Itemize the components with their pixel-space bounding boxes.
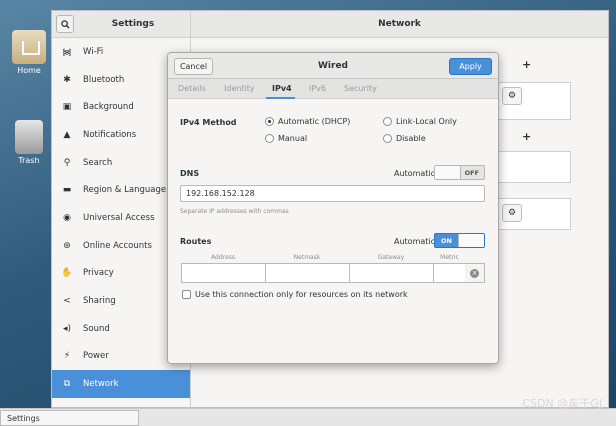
dns-hint: Separate IP addresses with commas xyxy=(180,208,289,215)
desktop-icon-label: Trash xyxy=(18,156,40,165)
routes-column-netmask: Netmask xyxy=(293,254,321,261)
home-folder-icon xyxy=(12,30,46,64)
dns-automatic-toggle[interactable]: OFF xyxy=(434,165,485,180)
route-netmask-input[interactable] xyxy=(266,264,350,282)
gear-icon: ⚙ xyxy=(507,91,517,101)
sidebar-title: Settings xyxy=(111,19,155,29)
vpn-panel xyxy=(491,151,571,183)
proxy-settings-button[interactable]: ⚙ xyxy=(502,204,522,222)
watermark: CSDN @车干GJ xyxy=(522,397,602,410)
sidebar-item-label: Universal Access xyxy=(83,212,155,223)
checkbox-label: Use this connection only for resources o… xyxy=(195,290,408,299)
radio-label: Link-Local Only xyxy=(396,117,457,126)
dns-label: DNS xyxy=(180,169,200,178)
power-icon: ⚡ xyxy=(63,351,71,362)
radio-indicator-selected xyxy=(265,117,274,126)
radio-manual[interactable]: Manual xyxy=(265,134,307,143)
tab-ipv6[interactable]: IPv6 xyxy=(309,84,326,93)
routes-column-metric: Metric xyxy=(440,254,459,261)
routes-automatic-toggle[interactable]: ON xyxy=(434,233,485,248)
sidebar-item-label: Background xyxy=(83,102,134,113)
trash-icon xyxy=(15,120,43,154)
routes-row: × xyxy=(181,263,485,283)
search-icon xyxy=(60,19,70,29)
local-resources-checkbox[interactable]: Use this connection only for resources o… xyxy=(182,290,408,299)
sidebar-item-label: Notifications xyxy=(83,129,137,140)
routes-column-address: Address xyxy=(211,254,235,261)
radio-link-local-only[interactable]: Link-Local Only xyxy=(383,117,457,126)
content-header: Network xyxy=(191,11,608,38)
page-title: Network xyxy=(378,19,421,29)
toggle-knob xyxy=(458,234,484,247)
sidebar-item-label: Power xyxy=(83,351,109,362)
route-address-input[interactable] xyxy=(182,264,266,282)
tab-identity[interactable]: Identity xyxy=(224,84,255,93)
bluetooth-icon: ✱ xyxy=(63,74,71,85)
ipv4-method-label: IPv4 Method xyxy=(180,118,237,127)
close-icon: × xyxy=(470,268,479,278)
bell-icon: ▲ xyxy=(63,129,71,140)
sidebar-item-label: Privacy xyxy=(83,268,114,279)
add-vpn-button[interactable]: + xyxy=(522,130,531,143)
background-icon: ▣ xyxy=(62,102,72,113)
accessibility-icon: ◉ xyxy=(63,212,71,223)
sidebar-item-label: Bluetooth xyxy=(83,74,125,85)
sidebar-item-network[interactable]: ⧉ Network xyxy=(52,370,190,398)
radio-disable[interactable]: Disable xyxy=(383,134,426,143)
dialog-tabs: Details Identity IPv4 IPv6 Security xyxy=(168,79,498,99)
network-icon: ⧉ xyxy=(63,379,71,390)
active-tab-indicator xyxy=(266,97,295,99)
tab-ipv4[interactable]: IPv4 xyxy=(272,84,292,93)
dns-input[interactable]: 192.168.152.128 xyxy=(180,185,485,202)
add-connection-button[interactable]: + xyxy=(522,58,531,71)
sidebar-item-label: Wi-Fi xyxy=(83,46,104,57)
share-icon: < xyxy=(63,296,71,307)
desktop-icon-home[interactable]: Home xyxy=(6,30,52,75)
desktop-icon-trash[interactable]: Trash xyxy=(6,120,52,165)
search-icon: ⚲ xyxy=(63,157,71,168)
sidebar-header: Settings xyxy=(52,11,191,38)
speaker-icon: ◂) xyxy=(62,323,72,334)
delete-route-button[interactable]: × xyxy=(465,264,484,282)
radio-indicator xyxy=(383,117,392,126)
toggle-state: ON xyxy=(441,237,452,245)
toggle-state: OFF xyxy=(464,169,479,177)
sidebar-item-label: Search xyxy=(83,157,113,168)
sidebar-item-label: Online Accounts xyxy=(83,240,152,251)
keyboard-icon: ▬ xyxy=(62,185,72,196)
radio-indicator xyxy=(265,134,274,143)
radio-automatic-dhcp[interactable]: Automatic (DHCP) xyxy=(265,117,350,126)
radio-label: Disable xyxy=(396,134,426,143)
tab-details[interactable]: Details xyxy=(178,84,206,93)
radio-label: Manual xyxy=(278,134,308,143)
routes-label: Routes xyxy=(180,237,212,246)
online-accounts-icon: ⊛ xyxy=(63,240,71,251)
sidebar-item-label: Network xyxy=(83,379,119,390)
dialog-header: Cancel Wired Apply xyxy=(168,53,498,79)
wifi-icon: ᯼ xyxy=(62,48,72,59)
apply-button[interactable]: Apply xyxy=(449,58,492,75)
wired-dialog: Cancel Wired Apply Details Identity IPv4… xyxy=(167,52,499,364)
radio-label: Automatic (DHCP) xyxy=(278,117,351,126)
radio-indicator xyxy=(383,134,392,143)
route-metric-input[interactable] xyxy=(434,264,467,282)
toggle-knob xyxy=(435,166,461,179)
sidebar-item-label: Sound xyxy=(83,323,110,334)
ipv4-settings: IPv4 Method Automatic (DHCP) Link-Local … xyxy=(168,100,498,363)
desktop-icon-label: Home xyxy=(17,66,41,75)
wired-settings-button[interactable]: ⚙ xyxy=(502,87,522,105)
route-gateway-input[interactable] xyxy=(350,264,434,282)
hand-icon: ✋ xyxy=(61,268,73,279)
taskbar-item-settings[interactable]: Settings xyxy=(0,410,139,426)
sidebar-item-label: Region & Language xyxy=(83,185,167,196)
sidebar-item-label: Sharing xyxy=(83,296,116,307)
routes-column-gateway: Gateway xyxy=(377,254,405,261)
search-button[interactable] xyxy=(56,15,74,33)
tab-security[interactable]: Security xyxy=(344,84,377,93)
gear-icon: ⚙ xyxy=(507,208,517,218)
checkbox-indicator xyxy=(182,290,191,299)
dns-automatic-label: Automatic xyxy=(394,169,436,178)
routes-automatic-label: Automatic xyxy=(394,237,436,246)
